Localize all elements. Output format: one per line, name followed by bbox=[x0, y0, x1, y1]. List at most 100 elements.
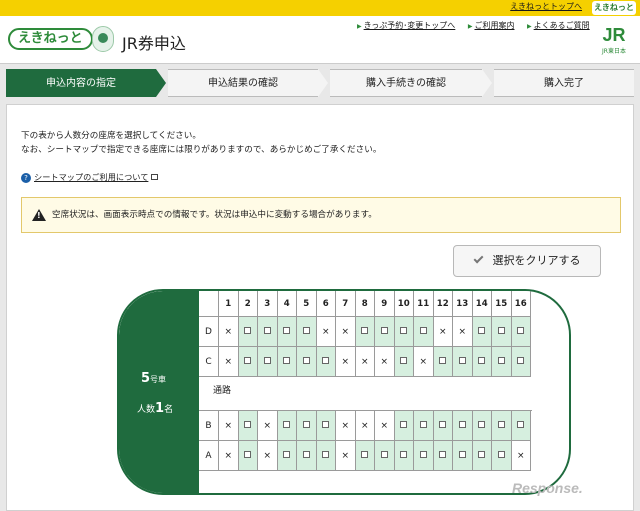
seat-checkbox[interactable] bbox=[517, 357, 525, 364]
seat-checkbox[interactable] bbox=[283, 451, 291, 458]
seat-B-14[interactable] bbox=[472, 411, 492, 441]
seat-checkbox[interactable] bbox=[244, 327, 252, 334]
clear-selection-button[interactable]: 選択をクリアする bbox=[453, 245, 601, 277]
seat-A-4[interactable] bbox=[277, 441, 297, 471]
seat-A-14[interactable] bbox=[472, 441, 492, 471]
seat-C-16[interactable] bbox=[511, 347, 531, 377]
seat-checkbox[interactable] bbox=[322, 357, 330, 364]
seat-checkbox[interactable] bbox=[517, 327, 525, 334]
seat-checkbox[interactable] bbox=[478, 451, 486, 458]
ticket-reservation-top-link[interactable]: きっぷ予約･変更トップへ bbox=[357, 21, 456, 30]
seat-B-10[interactable] bbox=[394, 411, 414, 441]
seat-checkbox[interactable] bbox=[380, 327, 388, 334]
seat-checkbox[interactable] bbox=[478, 357, 486, 364]
seat-C-13[interactable] bbox=[453, 347, 473, 377]
seat-A-9[interactable] bbox=[375, 441, 395, 471]
seat-C-4[interactable] bbox=[277, 347, 297, 377]
seat-checkbox[interactable] bbox=[400, 327, 408, 334]
seat-C-6[interactable] bbox=[316, 347, 336, 377]
seat-A-12[interactable] bbox=[433, 441, 453, 471]
seat-D-16[interactable] bbox=[511, 317, 531, 347]
seat-A-6[interactable] bbox=[316, 441, 336, 471]
seat-checkbox[interactable] bbox=[322, 451, 330, 458]
seat-A-2[interactable] bbox=[238, 441, 258, 471]
site-logo[interactable]: えきねっと bbox=[8, 28, 93, 50]
seat-checkbox[interactable] bbox=[458, 421, 466, 428]
seat-D-14[interactable] bbox=[472, 317, 492, 347]
seat-checkbox[interactable] bbox=[497, 327, 505, 334]
seat-checkbox[interactable] bbox=[439, 421, 447, 428]
seat-checkbox[interactable] bbox=[380, 451, 388, 458]
seat-D-2[interactable] bbox=[238, 317, 258, 347]
seat-checkbox[interactable] bbox=[497, 421, 505, 428]
seat-checkbox[interactable] bbox=[458, 357, 466, 364]
seatmap-help[interactable]: ? シートマップのご利用について bbox=[21, 171, 159, 183]
user-guide-link[interactable]: ご利用案内 bbox=[468, 21, 514, 30]
seat-A-8[interactable] bbox=[355, 441, 375, 471]
seat-D-4[interactable] bbox=[277, 317, 297, 347]
seat-A-15[interactable] bbox=[492, 441, 512, 471]
seat-A-11[interactable] bbox=[414, 441, 434, 471]
seat-D-11[interactable] bbox=[414, 317, 434, 347]
column-header-15: 15 bbox=[492, 291, 512, 317]
seat-A-5[interactable] bbox=[297, 441, 317, 471]
seat-D-15[interactable] bbox=[492, 317, 512, 347]
seat-checkbox[interactable] bbox=[283, 327, 291, 334]
seat-checkbox[interactable] bbox=[419, 327, 427, 334]
seat-checkbox[interactable] bbox=[263, 357, 271, 364]
seat-checkbox[interactable] bbox=[283, 421, 291, 428]
eki-net-top-link[interactable]: えきねっとトップへ bbox=[510, 1, 582, 12]
seat-checkbox[interactable] bbox=[244, 451, 252, 458]
seat-C-2[interactable] bbox=[238, 347, 258, 377]
seat-D-5[interactable] bbox=[297, 317, 317, 347]
seat-C-15[interactable] bbox=[492, 347, 512, 377]
seat-B-13[interactable] bbox=[453, 411, 473, 441]
seat-checkbox[interactable] bbox=[283, 357, 291, 364]
seat-B-2[interactable] bbox=[238, 411, 258, 441]
mini-logo[interactable]: えきねっと bbox=[592, 1, 636, 15]
seat-D-9[interactable] bbox=[375, 317, 395, 347]
seat-B-11[interactable] bbox=[414, 411, 434, 441]
seat-checkbox[interactable] bbox=[302, 421, 310, 428]
seat-checkbox[interactable] bbox=[517, 421, 525, 428]
seat-C-10[interactable] bbox=[394, 347, 414, 377]
seat-B-6[interactable] bbox=[316, 411, 336, 441]
seat-C-12[interactable] bbox=[433, 347, 453, 377]
seat-checkbox[interactable] bbox=[361, 451, 369, 458]
seat-checkbox[interactable] bbox=[439, 451, 447, 458]
seat-checkbox[interactable] bbox=[400, 357, 408, 364]
seat-checkbox[interactable] bbox=[302, 357, 310, 364]
seat-C-5[interactable] bbox=[297, 347, 317, 377]
seat-A-13[interactable] bbox=[453, 441, 473, 471]
seat-B-15[interactable] bbox=[492, 411, 512, 441]
seat-checkbox[interactable] bbox=[497, 357, 505, 364]
seat-C-3[interactable] bbox=[258, 347, 278, 377]
seat-checkbox[interactable] bbox=[302, 327, 310, 334]
seat-checkbox[interactable] bbox=[497, 451, 505, 458]
seat-B-12[interactable] bbox=[433, 411, 453, 441]
seat-checkbox[interactable] bbox=[419, 421, 427, 428]
seat-checkbox[interactable] bbox=[400, 451, 408, 458]
seat-B-4[interactable] bbox=[277, 411, 297, 441]
seat-checkbox[interactable] bbox=[244, 421, 252, 428]
seat-C-14[interactable] bbox=[472, 347, 492, 377]
seat-checkbox[interactable] bbox=[478, 327, 486, 334]
seat-checkbox[interactable] bbox=[322, 421, 330, 428]
seat-A-10[interactable] bbox=[394, 441, 414, 471]
seat-checkbox[interactable] bbox=[361, 327, 369, 334]
seat-checkbox[interactable] bbox=[244, 357, 252, 364]
seat-checkbox[interactable] bbox=[439, 357, 447, 364]
seat-checkbox[interactable] bbox=[478, 421, 486, 428]
seatmap-help-link[interactable]: シートマップのご利用について bbox=[34, 172, 148, 182]
seat-D-10[interactable] bbox=[394, 317, 414, 347]
seat-checkbox[interactable] bbox=[458, 451, 466, 458]
seat-checkbox[interactable] bbox=[419, 451, 427, 458]
seat-checkbox[interactable] bbox=[302, 451, 310, 458]
seat-checkbox[interactable] bbox=[263, 327, 271, 334]
seat-D-8[interactable] bbox=[355, 317, 375, 347]
seat-checkbox[interactable] bbox=[400, 421, 408, 428]
seat-B-5[interactable] bbox=[297, 411, 317, 441]
faq-link[interactable]: よくあるご質問 bbox=[527, 21, 590, 30]
seat-D-3[interactable] bbox=[258, 317, 278, 347]
seat-B-16[interactable] bbox=[511, 411, 531, 441]
